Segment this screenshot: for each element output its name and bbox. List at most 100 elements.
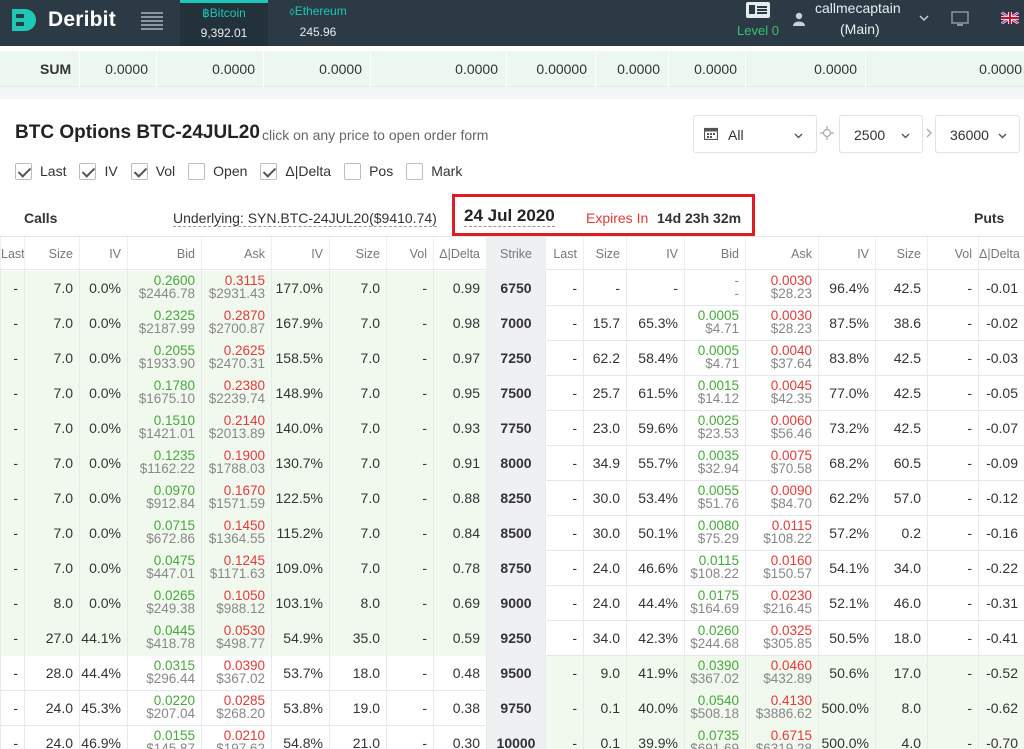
user-menu[interactable]: callmecaptain (Main)	[793, 0, 933, 46]
put-ask-cell[interactable]: 0.0030 $28.23	[745, 306, 818, 341]
put-bid-cell[interactable]: 0.0005 $4.71	[684, 341, 745, 376]
put-ask-cell[interactable]: 0.0030 $28.23	[745, 271, 818, 306]
put-bid-cell[interactable]: 0.0035 $32.94	[684, 446, 745, 481]
call-ask-cell[interactable]: 0.0285 $268.20	[201, 691, 271, 726]
put-ask-cell[interactable]: 0.0060 $56.46	[745, 411, 818, 446]
column-header-put-delta[interactable]: Δ|Delta	[978, 237, 1024, 271]
call-ask-cell[interactable]: 0.1900 $1788.03	[201, 446, 271, 481]
checkbox-pos[interactable]	[344, 162, 362, 180]
call-bid-cell[interactable]: 0.0220 $207.04	[127, 691, 201, 726]
column-header-call-last[interactable]: Last	[0, 237, 25, 271]
call-ask-cell[interactable]: 0.1450 $1364.55	[201, 516, 271, 551]
call-ask-cell[interactable]: 0.3115 $2931.43	[201, 271, 271, 306]
column-header-strike[interactable]: Strike	[486, 237, 545, 271]
call-bid-cell[interactable]: 0.1510 $1421.01	[127, 411, 201, 446]
deribit-logo[interactable]: Deribit	[8, 5, 116, 35]
call-ask-cell[interactable]: 0.0390 $367.02	[201, 656, 271, 691]
put-ask-cell[interactable]: 0.0075 $70.58	[745, 446, 818, 481]
column-header-call-iv[interactable]: IV	[271, 237, 329, 271]
put-bid-cell[interactable]: 0.0005 $4.71	[684, 306, 745, 341]
toggle-open[interactable]: Open	[188, 162, 247, 180]
put-bid-cell[interactable]: --	[684, 271, 745, 306]
call-bid-cell[interactable]: 0.0265 $249.38	[127, 586, 201, 621]
call-bid-cell[interactable]: 0.1235 $1162.22	[127, 446, 201, 481]
column-header-put-ask[interactable]: Ask	[745, 237, 818, 271]
put-bid-cell[interactable]: 0.0735 $691.69	[684, 726, 745, 749]
call-ask-cell[interactable]: 0.2140 $2013.89	[201, 411, 271, 446]
tab-bitcoin[interactable]: ฿Bitcoin 9,392.01	[180, 0, 268, 46]
account-level[interactable]: Level 0	[736, 0, 780, 38]
monitor-icon[interactable]	[951, 11, 969, 27]
put-bid-cell[interactable]: 0.0080 $75.29	[684, 516, 745, 551]
call-bid-cell[interactable]: 0.1780 $1675.10	[127, 376, 201, 411]
call-ask-cell[interactable]: 0.2870 $2700.87	[201, 306, 271, 341]
column-header-call-delta[interactable]: Δ|Delta	[433, 237, 486, 271]
put-bid-cell[interactable]: 0.0260 $244.68	[684, 621, 745, 656]
put-ask-cell[interactable]: 0.0040 $37.64	[745, 341, 818, 376]
menu-icon[interactable]	[141, 12, 163, 30]
put-ask-cell[interactable]: 0.0460 $432.89	[745, 656, 818, 691]
toggle-iv[interactable]: IV	[79, 162, 118, 180]
column-header-call-size[interactable]: Size	[24, 237, 79, 271]
toggle-mark[interactable]: Mark	[406, 162, 462, 180]
tab-ethereum[interactable]: ⬨Ethereum 245.96	[272, 0, 364, 46]
call-ask-cell[interactable]: 0.1245 $1171.63	[201, 551, 271, 586]
checkbox-last[interactable]	[15, 162, 32, 180]
put-bid-cell[interactable]: 0.0025 $23.53	[684, 411, 745, 446]
checkbox-vol[interactable]	[130, 162, 148, 180]
toggle-last[interactable]: Last	[15, 162, 66, 180]
checkbox-mark[interactable]	[406, 162, 424, 180]
toggle-delta[interactable]: Δ|Delta	[260, 162, 331, 180]
put-ask-cell[interactable]: 0.0115 $108.22	[745, 516, 818, 551]
column-header-put-size[interactable]: Size	[583, 237, 626, 271]
put-ask-cell[interactable]: 0.0325 $305.85	[745, 621, 818, 656]
call-bid-cell[interactable]: 0.2325 $2187.99	[127, 306, 201, 341]
put-bid-cell[interactable]: 0.0390 $367.02	[684, 656, 745, 691]
column-header-put-iv[interactable]: IV	[626, 237, 684, 271]
put-ask-cell[interactable]: 0.0090 $84.70	[745, 481, 818, 516]
column-header-call-iv[interactable]: IV	[79, 237, 127, 271]
put-ask-cell[interactable]: 0.0045 $42.35	[745, 376, 818, 411]
call-ask-cell[interactable]: 0.2625 $2470.31	[201, 341, 271, 376]
put-ask-cell[interactable]: 0.0230 $216.45	[745, 586, 818, 621]
put-bid-cell[interactable]: 0.0015 $14.12	[684, 376, 745, 411]
toggle-vol[interactable]: Vol	[130, 162, 175, 180]
strike-min-select[interactable]: 2500	[839, 115, 923, 153]
underlying-link[interactable]: Underlying: SYN.BTC-24JUL20($9410.74)	[173, 210, 437, 227]
column-header-put-vol[interactable]: Vol	[927, 237, 978, 271]
checkbox-iv[interactable]	[79, 162, 97, 180]
expiry-filter-select[interactable]: All	[693, 115, 817, 153]
put-bid-cell[interactable]: 0.0175 $164.69	[684, 586, 745, 621]
column-header-call-bid[interactable]: Bid	[127, 237, 201, 271]
call-bid-cell[interactable]: 0.0445 $418.78	[127, 621, 201, 656]
toggle-pos[interactable]: Pos	[344, 162, 393, 180]
call-bid-cell[interactable]: 0.0970 $912.84	[127, 481, 201, 516]
put-bid-cell[interactable]: 0.0055 $51.76	[684, 481, 745, 516]
call-bid-cell[interactable]: 0.0715 $672.86	[127, 516, 201, 551]
put-ask-cell[interactable]: 0.0160 $150.57	[745, 551, 818, 586]
put-ask-cell[interactable]: 0.6715 $6319.28	[745, 726, 818, 749]
checkbox-delta[interactable]	[260, 162, 278, 180]
call-bid-cell[interactable]: 0.0155 $145.87	[127, 726, 201, 749]
column-header-put-size[interactable]: Size	[875, 237, 927, 271]
call-ask-cell[interactable]: 0.0530 $498.77	[201, 621, 271, 656]
call-bid-cell[interactable]: 0.2600 $2446.78	[127, 271, 201, 306]
call-ask-cell[interactable]: 0.1050 $988.12	[201, 586, 271, 621]
column-header-put-bid[interactable]: Bid	[684, 237, 745, 271]
call-ask-cell[interactable]: 0.1670 $1571.59	[201, 481, 271, 516]
call-ask-cell[interactable]: 0.0210 $197.62	[201, 726, 271, 749]
put-bid-cell[interactable]: 0.0540 $508.18	[684, 691, 745, 726]
call-bid-cell[interactable]: 0.0475 $447.01	[127, 551, 201, 586]
column-header-put-iv[interactable]: IV	[818, 237, 875, 271]
call-bid-cell[interactable]: 0.2055 $1933.90	[127, 341, 201, 376]
call-ask-cell[interactable]: 0.2380 $2239.74	[201, 376, 271, 411]
uk-flag-icon[interactable]	[1001, 12, 1019, 24]
put-ask-cell[interactable]: 0.4130 $3886.62	[745, 691, 818, 726]
strike-max-select[interactable]: 36000	[935, 115, 1020, 153]
put-bid-cell[interactable]: 0.0115 $108.22	[684, 551, 745, 586]
column-header-put-last[interactable]: Last	[545, 237, 583, 271]
call-bid-cell[interactable]: 0.0315 $296.44	[127, 656, 201, 691]
checkbox-open[interactable]	[188, 162, 206, 180]
column-header-call-size[interactable]: Size	[329, 237, 386, 271]
column-header-call-ask[interactable]: Ask	[201, 237, 271, 271]
